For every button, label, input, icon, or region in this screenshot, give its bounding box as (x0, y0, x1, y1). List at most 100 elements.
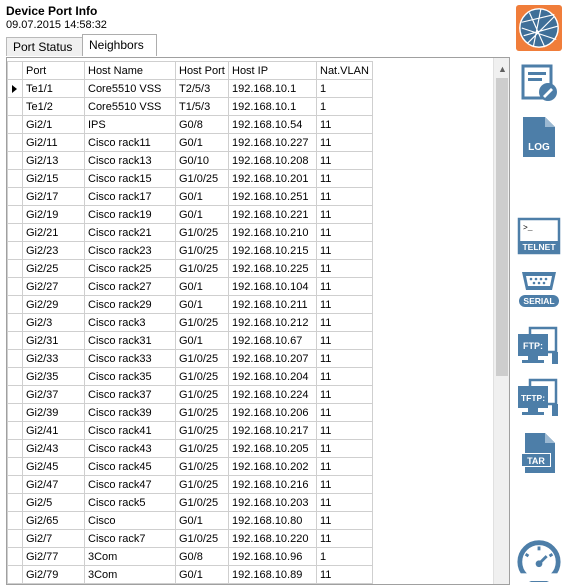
cell-host-ip[interactable]: 192.168.10.227 (228, 133, 317, 152)
row-indicator[interactable] (7, 493, 23, 512)
row-indicator[interactable] (7, 205, 23, 224)
row-indicator[interactable] (7, 187, 23, 206)
cell-nat-vlan[interactable]: 11 (316, 475, 373, 494)
cell-host-port[interactable]: G1/0/25 (175, 313, 229, 332)
cell-port[interactable]: Gi2/27 (22, 277, 85, 296)
table-row[interactable]: Gi2/21 Cisco rack21 G1/0/25 192.168.10.210 1… (7, 223, 373, 242)
cell-host-port[interactable]: G1/0/25 (175, 169, 229, 188)
scroll-up-arrow-icon[interactable]: ▲ (494, 62, 509, 76)
cell-nat-vlan[interactable]: 11 (316, 133, 373, 152)
cell-host-ip[interactable]: 192.168.10.251 (228, 187, 317, 206)
row-indicator[interactable] (7, 331, 23, 350)
cell-host-ip[interactable]: 192.168.10.216 (228, 475, 317, 494)
cell-nat-vlan[interactable]: 11 (316, 259, 373, 278)
table-row[interactable]: Gi2/43 Cisco rack43 G1/0/25 192.168.10.205 1… (7, 439, 373, 458)
cell-host-port[interactable]: G0/10 (175, 151, 229, 170)
cell-host-ip[interactable]: 192.168.10.211 (228, 295, 317, 314)
cell-host-name[interactable]: Cisco rack35 (84, 367, 176, 386)
column-header-host-name[interactable]: Host Name (84, 61, 176, 80)
row-indicator[interactable] (7, 475, 23, 494)
cell-host-port[interactable]: G0/1 (175, 295, 229, 314)
cell-host-port[interactable]: G1/0/25 (175, 421, 229, 440)
cell-host-name[interactable]: IPS (84, 115, 176, 134)
cell-host-ip[interactable]: 192.168.10.215 (228, 241, 317, 260)
cell-host-port[interactable]: G0/1 (175, 187, 229, 206)
tar-button[interactable]: TAR (516, 430, 562, 476)
cell-host-name[interactable]: Cisco rack15 (84, 169, 176, 188)
table-row[interactable]: Te1/2 Core5510 VSS T1/5/3 192.168.10.1 1 (7, 97, 373, 116)
cell-host-port[interactable]: G0/1 (175, 205, 229, 224)
table-row[interactable]: Gi2/29 Cisco rack29 G0/1 192.168.10.211 11 (7, 295, 373, 314)
cell-port[interactable]: Gi2/65 (22, 511, 85, 530)
cell-nat-vlan[interactable]: 11 (316, 151, 373, 170)
row-indicator[interactable] (7, 421, 23, 440)
cell-host-ip[interactable]: 192.168.10.202 (228, 457, 317, 476)
cell-host-port[interactable]: G1/0/25 (175, 457, 229, 476)
row-indicator[interactable] (7, 151, 23, 170)
cell-host-ip[interactable]: 192.168.10.208 (228, 151, 317, 170)
cell-host-port[interactable]: G1/0/25 (175, 475, 229, 494)
cell-port[interactable]: Gi2/37 (22, 385, 85, 404)
cell-host-name[interactable]: 3Com (84, 565, 176, 584)
cell-port[interactable]: Gi2/23 (22, 241, 85, 260)
telnet-button[interactable]: >_ TELNET (516, 216, 562, 256)
cell-host-ip[interactable]: 192.168.10.210 (228, 223, 317, 242)
cell-host-ip[interactable]: 192.168.10.54 (228, 115, 317, 134)
column-header-host-ip[interactable]: Host IP (228, 61, 317, 80)
table-row[interactable]: Gi2/47 Cisco rack47 G1/0/25 192.168.10.216 1… (7, 475, 373, 494)
cell-port[interactable]: Te1/2 (22, 97, 85, 116)
cell-host-ip[interactable]: 192.168.10.205 (228, 439, 317, 458)
cell-port[interactable]: Gi2/19 (22, 205, 85, 224)
cell-host-port[interactable]: G1/0/25 (175, 439, 229, 458)
cell-host-ip[interactable]: 192.168.10.67 (228, 331, 317, 350)
cell-nat-vlan[interactable]: 11 (316, 241, 373, 260)
cell-host-name[interactable]: Cisco rack27 (84, 277, 176, 296)
cell-host-ip[interactable]: 192.168.10.220 (228, 529, 317, 548)
row-indicator[interactable] (7, 295, 23, 314)
cell-port[interactable]: Gi2/43 (22, 439, 85, 458)
row-indicator[interactable] (7, 313, 23, 332)
cell-host-ip[interactable]: 192.168.10.225 (228, 259, 317, 278)
cell-host-port[interactable]: G0/1 (175, 133, 229, 152)
cell-port[interactable]: Gi2/31 (22, 331, 85, 350)
cell-host-name[interactable]: Cisco rack47 (84, 475, 176, 494)
cell-host-ip[interactable]: 192.168.10.203 (228, 493, 317, 512)
cell-host-ip[interactable]: 192.168.10.224 (228, 385, 317, 404)
cell-host-name[interactable]: Cisco rack13 (84, 151, 176, 170)
tftp-button[interactable]: TFTP: (516, 378, 562, 422)
cell-host-ip[interactable]: 192.168.10.1 (228, 97, 317, 116)
cell-host-name[interactable]: Cisco rack41 (84, 421, 176, 440)
cell-nat-vlan[interactable]: 11 (316, 313, 373, 332)
table-row[interactable]: Gi2/25 Cisco rack25 G1/0/25 192.168.10.225 1… (7, 259, 373, 278)
table-row[interactable]: Gi2/79 3Com G0/1 192.168.10.89 11 (7, 565, 373, 584)
cell-host-name[interactable]: Cisco rack23 (84, 241, 176, 260)
table-row[interactable]: Gi2/33 Cisco rack33 G1/0/25 192.168.10.207 1… (7, 349, 373, 368)
table-row[interactable]: Gi2/45 Cisco rack45 G1/0/25 192.168.10.202 1… (7, 457, 373, 476)
cell-port[interactable]: Gi2/79 (22, 565, 85, 584)
column-header-nat-vlan[interactable]: Nat.VLAN (316, 61, 373, 80)
network-globe-button[interactable] (516, 4, 562, 52)
cell-host-name[interactable]: Cisco (84, 511, 176, 530)
cell-port[interactable]: Gi2/15 (22, 169, 85, 188)
cell-nat-vlan[interactable]: 11 (316, 367, 373, 386)
table-row[interactable]: Gi2/65 Cisco G0/1 192.168.10.80 11 (7, 511, 373, 530)
column-header-host-port[interactable]: Host Port (175, 61, 229, 80)
cell-host-port[interactable]: G0/1 (175, 565, 229, 584)
cell-nat-vlan[interactable]: 11 (316, 385, 373, 404)
row-indicator[interactable] (7, 115, 23, 134)
cell-port[interactable]: Gi2/5 (22, 493, 85, 512)
row-indicator[interactable] (7, 403, 23, 422)
cell-nat-vlan[interactable]: 11 (316, 169, 373, 188)
row-indicator[interactable] (7, 439, 23, 458)
row-indicator[interactable] (7, 349, 23, 368)
row-indicator[interactable] (7, 565, 23, 584)
cell-host-name[interactable]: Cisco rack5 (84, 493, 176, 512)
cell-host-port[interactable]: G1/0/25 (175, 349, 229, 368)
cell-host-name[interactable]: Cisco rack45 (84, 457, 176, 476)
cell-host-ip[interactable]: 192.168.10.89 (228, 565, 317, 584)
row-indicator[interactable] (7, 169, 23, 188)
cell-host-name[interactable]: Core5510 VSS (84, 97, 176, 116)
cell-host-name[interactable]: 3Com (84, 547, 176, 566)
cell-host-port[interactable]: G1/0/25 (175, 385, 229, 404)
cell-port[interactable]: Gi2/77 (22, 547, 85, 566)
